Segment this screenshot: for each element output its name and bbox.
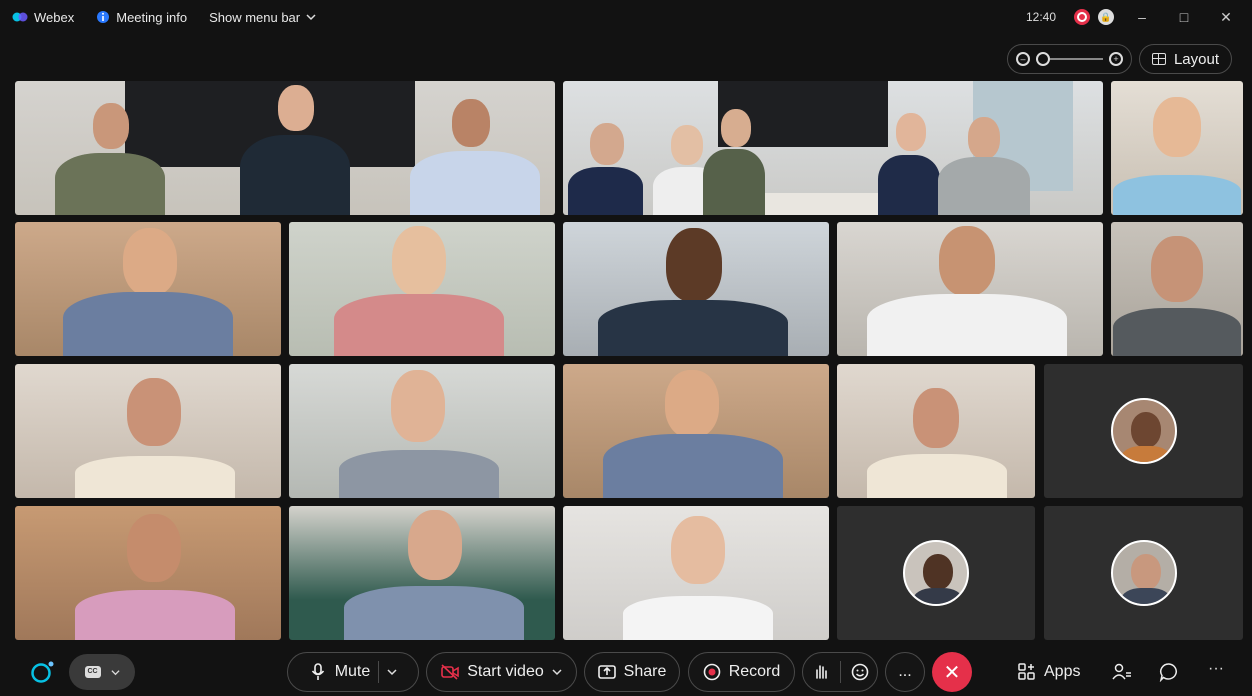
reactions-icon[interactable] bbox=[851, 663, 869, 681]
video-tile-participant-6[interactable] bbox=[563, 222, 829, 356]
chevron-down-icon bbox=[110, 669, 120, 675]
layout-label: Layout bbox=[1173, 50, 1220, 68]
end-call-icon: ✕ bbox=[943, 661, 961, 684]
video-tile-participant-10[interactable] bbox=[289, 364, 555, 498]
zoom-out-icon[interactable]: – bbox=[1016, 52, 1030, 66]
end-call-button[interactable]: ✕ bbox=[932, 652, 972, 692]
recording-icon[interactable] bbox=[1074, 9, 1090, 25]
zoom-slider-handle[interactable] bbox=[1036, 52, 1050, 66]
more-icon: ... bbox=[898, 663, 912, 680]
webex-icon bbox=[12, 12, 28, 22]
zoom-slider[interactable] bbox=[1036, 52, 1103, 66]
lock-icon[interactable]: 🔒 bbox=[1098, 9, 1114, 25]
video-tile-conference-room-2[interactable] bbox=[563, 81, 1103, 215]
share-label: Share bbox=[623, 663, 667, 680]
chevron-down-icon[interactable] bbox=[387, 667, 397, 677]
meeting-info-icon bbox=[97, 11, 110, 23]
video-tile-participant-14[interactable] bbox=[15, 506, 281, 640]
meeting-info-label: Meeting info bbox=[116, 9, 188, 25]
chevron-down-icon[interactable] bbox=[552, 667, 562, 677]
avatar-tile-participant-18[interactable] bbox=[1044, 506, 1243, 640]
video-tile-conference-room-1[interactable] bbox=[15, 81, 555, 215]
layout-grid-icon bbox=[1151, 53, 1166, 65]
share-icon bbox=[597, 665, 616, 679]
start-video-label: Start video bbox=[467, 663, 544, 680]
record-label: Record bbox=[728, 663, 781, 680]
webex-assistant-icon[interactable] bbox=[30, 660, 56, 684]
chat-icon[interactable] bbox=[1159, 662, 1179, 682]
closed-caption-button[interactable]: CC bbox=[69, 654, 135, 690]
video-tile-participant-5[interactable] bbox=[289, 222, 555, 356]
mute-button[interactable]: Mute bbox=[287, 652, 419, 692]
video-tile-participant-3[interactable] bbox=[1111, 81, 1243, 215]
microphone-icon bbox=[311, 663, 324, 680]
apps-icon bbox=[1018, 663, 1035, 680]
show-menu-bar-label: Show menu bar bbox=[209, 9, 301, 25]
layout-button[interactable]: Layout bbox=[1139, 44, 1232, 74]
zoom-control: – + bbox=[1007, 44, 1132, 74]
video-tile-participant-16[interactable] bbox=[563, 506, 829, 640]
title-bar: Webex Meeting info Show menu bar 12:40 🔒… bbox=[0, 0, 1252, 34]
video-tile-participant-12[interactable] bbox=[837, 364, 1035, 498]
raise-hand-icon[interactable] bbox=[812, 663, 830, 681]
minimize-icon[interactable]: – bbox=[1128, 9, 1156, 25]
reactions-group bbox=[802, 652, 878, 692]
apps-button[interactable]: Apps bbox=[1018, 652, 1080, 692]
webex-app-menu[interactable]: Webex bbox=[12, 10, 74, 25]
video-tile-participant-15[interactable] bbox=[289, 506, 555, 640]
video-tile-participant-9[interactable] bbox=[15, 364, 281, 498]
divider bbox=[839, 661, 841, 683]
video-tile-participant-7[interactable] bbox=[837, 222, 1103, 356]
meeting-info-button[interactable]: Meeting info bbox=[96, 10, 187, 25]
video-tile-participant-4[interactable] bbox=[15, 222, 281, 356]
app-name: Webex bbox=[34, 9, 75, 25]
meeting-controls-bar: CC Mute Start video Share Record ... ✕ A… bbox=[0, 648, 1252, 696]
participants-icon[interactable] bbox=[1112, 663, 1132, 681]
avatar bbox=[1110, 540, 1177, 606]
avatar bbox=[1110, 398, 1177, 464]
avatar-tile-participant-13[interactable] bbox=[1044, 364, 1243, 498]
more-menu-icon[interactable]: ··· bbox=[1208, 660, 1224, 678]
record-icon bbox=[703, 663, 721, 681]
zoom-in-icon[interactable]: + bbox=[1109, 52, 1123, 66]
maximize-icon[interactable]: □ bbox=[1170, 9, 1198, 25]
avatar bbox=[903, 540, 969, 606]
divider bbox=[378, 661, 380, 683]
share-button[interactable]: Share bbox=[584, 652, 680, 692]
video-off-icon bbox=[441, 664, 460, 680]
video-tile-participant-11[interactable] bbox=[563, 364, 829, 498]
avatar-tile-participant-17[interactable] bbox=[837, 506, 1035, 640]
clock: 12:40 bbox=[1025, 10, 1056, 24]
video-tile-participant-8[interactable] bbox=[1111, 222, 1243, 356]
start-video-button[interactable]: Start video bbox=[426, 652, 577, 692]
close-icon[interactable]: ✕ bbox=[1212, 9, 1240, 26]
more-options-button[interactable]: ... bbox=[885, 652, 925, 692]
show-menu-bar-button[interactable]: Show menu bar bbox=[209, 10, 316, 25]
mute-label: Mute bbox=[334, 663, 371, 680]
apps-label: Apps bbox=[1044, 663, 1081, 680]
record-button[interactable]: Record bbox=[688, 652, 795, 692]
chevron-down-icon bbox=[306, 14, 316, 21]
closed-caption-icon: CC bbox=[84, 666, 101, 678]
